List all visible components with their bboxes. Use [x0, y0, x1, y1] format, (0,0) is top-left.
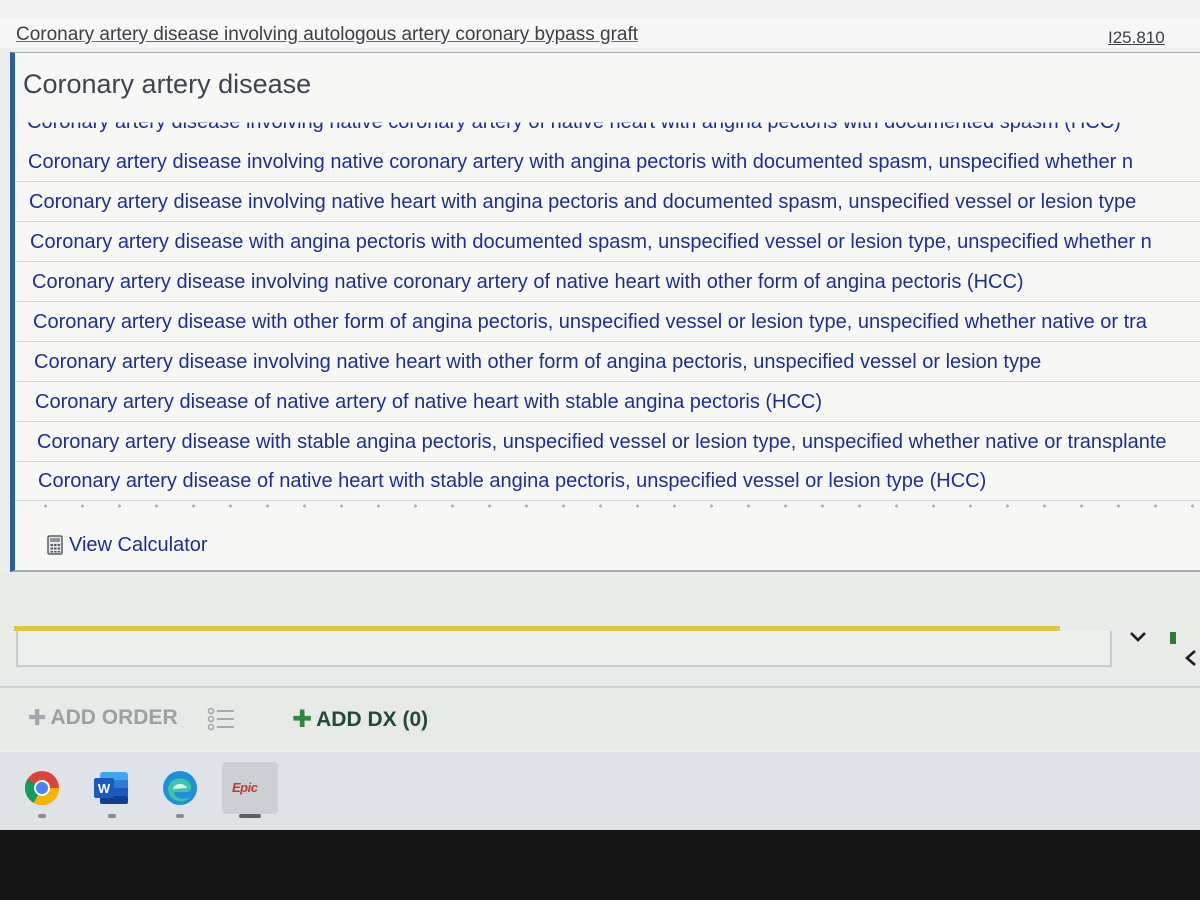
dropdown-item-label: Coronary artery disease with other form …: [33, 311, 1147, 333]
dropdown-item[interactable]: Coronary artery disease of native artery…: [15, 383, 1200, 422]
monitor-bezel: [0, 830, 1200, 900]
dropdown-item-label: Coronary artery disease with stable angi…: [37, 431, 1167, 453]
dropdown-item[interactable]: Coronary artery disease involving native…: [15, 263, 1200, 302]
add-order-button[interactable]: ✚ ADD ORDER: [28, 705, 178, 731]
diagnosis-search-dropdown: Coronary artery disease Coronary artery …: [10, 52, 1200, 572]
order-toolbar: [0, 688, 1200, 750]
word-icon[interactable]: W: [92, 768, 132, 808]
word-letter: W: [98, 781, 111, 796]
dropdown-item-label: Coronary artery disease involving native…: [28, 151, 1134, 173]
selected-diagnosis-code: I25.810: [1108, 28, 1165, 47]
taskbar-active-indicator: [239, 814, 261, 818]
dropdown-item[interactable]: Coronary artery disease of native heart …: [15, 462, 1200, 501]
top-strip: [0, 0, 1200, 20]
epic-logo-text: Epic: [232, 780, 258, 795]
dropdown-item[interactable]: Coronary artery disease involving native…: [15, 143, 1200, 182]
taskbar-indicator: [176, 814, 184, 818]
add-order-label: ADD ORDER: [50, 706, 178, 729]
plus-icon: ✚: [292, 706, 313, 733]
add-dx-button[interactable]: ✚ ADD DX (0): [292, 705, 428, 734]
dropdown-item-label: Coronary artery disease involving native…: [32, 271, 1024, 293]
dropdown-item[interactable]: Coronary artery disease with angina pect…: [15, 223, 1200, 262]
dropdown-title: Coronary artery disease: [23, 69, 312, 99]
dropdown-item-label: Coronary artery disease of native artery…: [35, 391, 823, 413]
partial-row-divider: [27, 501, 1197, 511]
order-list-icon[interactable]: [204, 704, 238, 734]
dropdown-item-label: Coronary artery disease involving native…: [34, 351, 1042, 373]
chevron-down-icon[interactable]: [1128, 628, 1148, 646]
epic-window: Coronary artery disease involving autolo…: [0, 0, 1200, 830]
taskbar-indicator: [108, 814, 116, 818]
dropdown-item[interactable]: Coronary artery disease involving native…: [15, 183, 1200, 222]
dropdown-item-label: Coronary artery disease of native heart …: [38, 470, 987, 492]
chevron-left-icon[interactable]: [1182, 648, 1200, 668]
chrome-icon[interactable]: [22, 768, 62, 808]
dropdown-item[interactable]: Coronary artery disease with other form …: [15, 303, 1200, 342]
dropdown-item[interactable]: Coronary artery disease with stable angi…: [15, 423, 1200, 462]
status-indicator: [1170, 632, 1176, 644]
diagnosis-input-field[interactable]: [16, 631, 1112, 667]
plus-icon: ✚: [28, 705, 47, 730]
dropdown-item[interactable]: Coronary artery disease involving native…: [15, 343, 1200, 382]
edge-icon[interactable]: [160, 768, 200, 808]
dropdown-item-partial[interactable]: Coronary artery disease involving native…: [27, 123, 1121, 135]
dropdown-item-label: Coronary artery disease with angina pect…: [30, 231, 1152, 253]
selected-diagnosis-text: Coronary artery disease involving autolo…: [16, 24, 639, 45]
calculator-icon: [47, 535, 63, 555]
view-calculator-link[interactable]: View Calculator: [47, 531, 208, 559]
dropdown-item-label: Coronary artery disease involving native…: [29, 191, 1137, 213]
add-dx-label: ADD DX (0): [316, 707, 429, 731]
taskbar-indicator: [38, 814, 46, 818]
view-calculator-label: View Calculator: [69, 533, 208, 556]
